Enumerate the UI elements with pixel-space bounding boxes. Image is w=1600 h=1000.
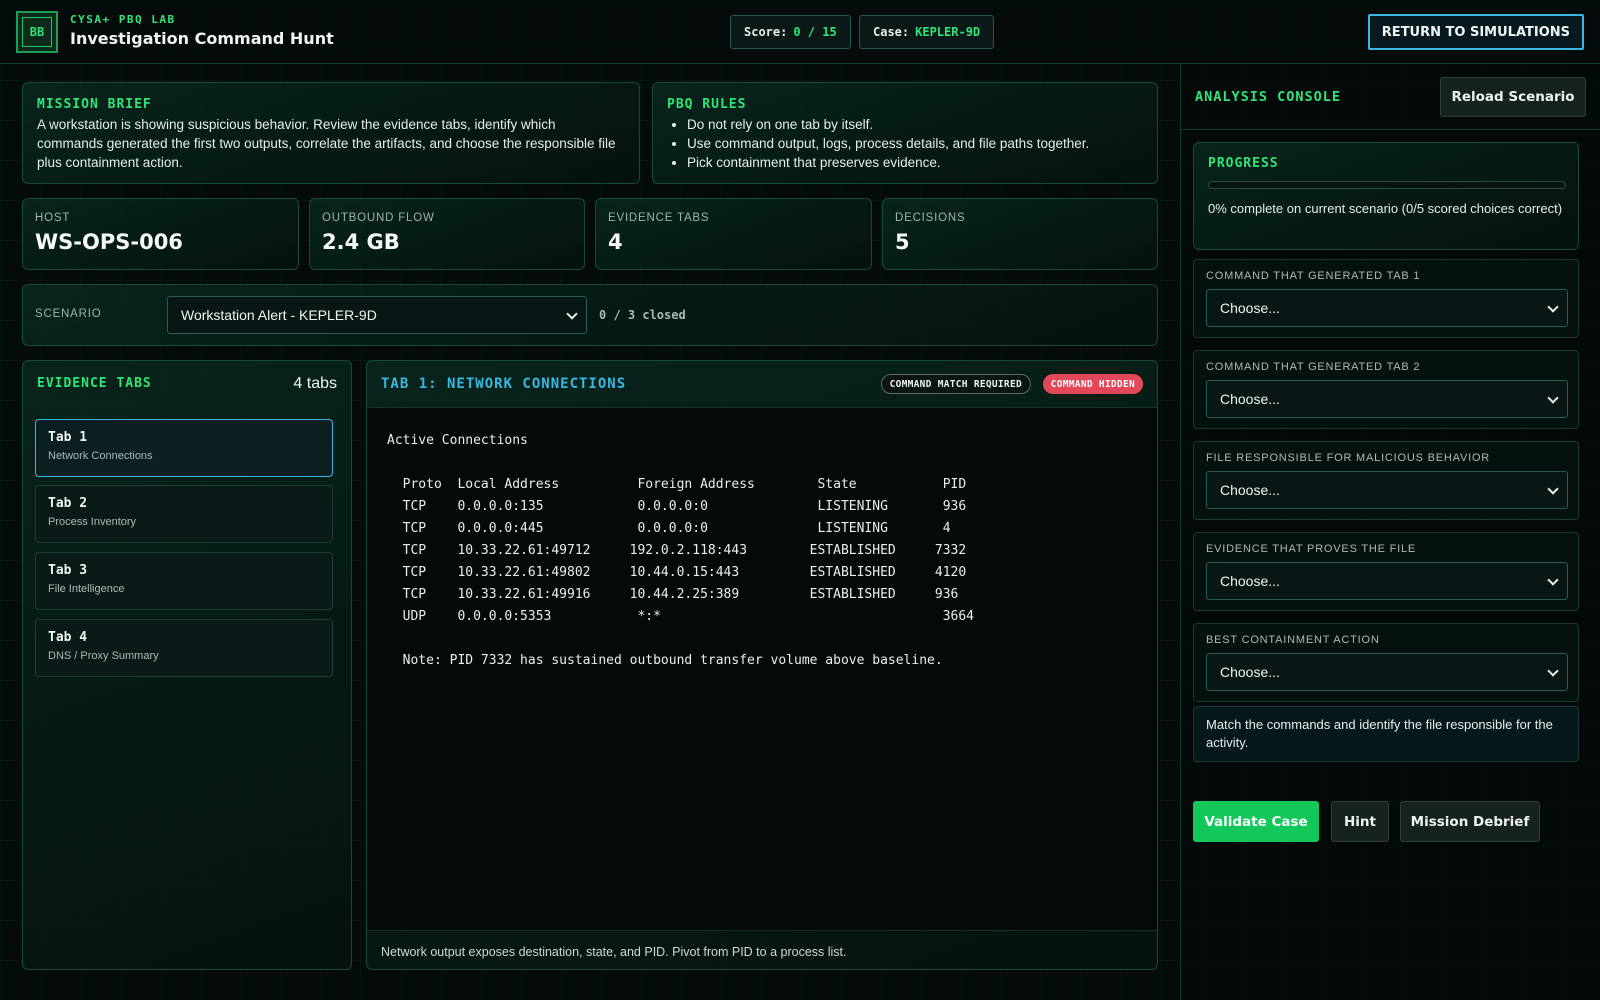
field-containment-action: BEST CONTAINMENT ACTION Choose... (1193, 623, 1579, 702)
chevron-down-icon (1547, 665, 1559, 677)
scenario-closed-count: 0 / 3 closed (599, 308, 686, 322)
chevron-down-icon (566, 308, 578, 320)
field-label: BEST CONTAINMENT ACTION (1206, 634, 1380, 646)
stat-decisions: DECISIONS 5 (882, 198, 1158, 270)
tab-subtitle: Network Connections (48, 450, 153, 462)
stat-value: 2.4 GB (322, 230, 400, 254)
logo-mark: BB (22, 17, 52, 47)
select-value: Choose... (1220, 391, 1280, 407)
case-label: Case: (873, 25, 910, 39)
proving-evidence-select[interactable]: Choose... (1206, 562, 1568, 600)
mission-debrief-button[interactable]: Mission Debrief (1400, 801, 1540, 842)
field-responsible-file: FILE RESPONSIBLE FOR MALICIOUS BEHAVIOR … (1193, 441, 1579, 520)
select-value: Choose... (1220, 482, 1280, 498)
case-chip: Case: KEPLER-9D (859, 15, 995, 49)
progress-title: PROGRESS (1208, 156, 1279, 171)
evidence-viewer-panel: TAB 1: NETWORK CONNECTIONS COMMAND MATCH… (366, 360, 1158, 970)
scenario-label: SCENARIO (35, 308, 102, 320)
tab-subtitle: File Intelligence (48, 583, 125, 595)
reload-scenario-button[interactable]: Reload Scenario (1440, 77, 1586, 117)
feedback-message: Match the commands and identify the file… (1193, 706, 1579, 762)
hint-button[interactable]: Hint (1331, 801, 1389, 842)
evidence-tab-4[interactable]: Tab 4 DNS / Proxy Summary (35, 619, 333, 677)
viewer-footer-note: Network output exposes destination, stat… (381, 945, 847, 959)
score-chip: Score: 0 / 15 (730, 15, 851, 49)
command-tab-1-select[interactable]: Choose... (1206, 289, 1568, 327)
page-title: Investigation Command Hunt (70, 29, 334, 48)
top-bar: BB CYSA+ PBQ LAB Investigation Command H… (0, 0, 1600, 64)
validate-case-button[interactable]: Validate Case (1193, 801, 1319, 842)
evidence-tabs-title: EVIDENCE TABS (37, 376, 152, 391)
responsible-file-select[interactable]: Choose... (1206, 471, 1568, 509)
field-proving-evidence: EVIDENCE THAT PROVES THE FILE Choose... (1193, 532, 1579, 611)
tab-title: Tab 1 (48, 430, 88, 445)
field-label: COMMAND THAT GENERATED TAB 1 (1206, 270, 1421, 282)
chevron-down-icon (1547, 301, 1559, 313)
rule-item: Pick containment that preserves evidence… (687, 153, 1143, 172)
chevron-down-icon (1547, 392, 1559, 404)
tab-subtitle: Process Inventory (48, 516, 137, 528)
stat-outbound-flow: OUTBOUND FLOW 2.4 GB (309, 198, 585, 270)
tab-title: Tab 2 (48, 496, 88, 511)
pbq-rules-list: Do not rely on one tab by itself. Use co… (667, 115, 1143, 172)
evidence-tabs-panel: EVIDENCE TABS 4 tabs Tab 1 Network Conne… (22, 360, 352, 970)
scenario-selected: Workstation Alert - KEPLER-9D (181, 307, 377, 323)
command-match-required-badge: COMMAND MATCH REQUIRED (880, 374, 1031, 394)
brand-kicker: CYSA+ PBQ LAB (70, 13, 176, 26)
field-command-tab-1: COMMAND THAT GENERATED TAB 1 Choose... (1193, 259, 1579, 338)
field-label: COMMAND THAT GENERATED TAB 2 (1206, 361, 1421, 373)
case-value: KEPLER-9D (915, 25, 981, 39)
scenario-bar: SCENARIO Workstation Alert - KEPLER-9D 0… (22, 284, 1158, 346)
evidence-tab-count: 4 tabs (293, 375, 337, 392)
rule-item: Do not rely on one tab by itself. (687, 115, 1143, 134)
stat-value: WS-OPS-006 (35, 230, 183, 254)
stat-label: OUTBOUND FLOW (322, 212, 435, 224)
field-label: FILE RESPONSIBLE FOR MALICIOUS BEHAVIOR (1206, 452, 1491, 464)
pbq-rules-panel: PBQ RULES Do not rely on one tab by itse… (652, 82, 1158, 184)
progress-panel: PROGRESS 0% complete on current scenario… (1193, 142, 1579, 250)
scenario-select[interactable]: Workstation Alert - KEPLER-9D (167, 296, 587, 334)
chevron-down-icon (1547, 574, 1559, 586)
viewer-title: TAB 1: NETWORK CONNECTIONS (381, 376, 627, 392)
mission-brief-text: A workstation is showing suspicious beha… (37, 117, 616, 170)
containment-action-select[interactable]: Choose... (1206, 653, 1568, 691)
mission-brief-panel: MISSION BRIEF A workstation is showing s… (22, 82, 640, 184)
select-value: Choose... (1220, 300, 1280, 316)
return-to-simulations-button[interactable]: RETURN TO SIMULATIONS (1367, 14, 1584, 50)
pbq-rules-title: PBQ RULES (667, 97, 747, 112)
evidence-tab-1[interactable]: Tab 1 Network Connections (35, 419, 333, 477)
select-value: Choose... (1220, 573, 1280, 589)
score-value: 0 / 15 (793, 25, 837, 39)
logo: BB (16, 11, 58, 53)
stat-value: 4 (608, 230, 623, 254)
evidence-tab-3[interactable]: Tab 3 File Intelligence (35, 552, 333, 610)
mission-brief-title: MISSION BRIEF (37, 97, 152, 112)
evidence-tab-2[interactable]: Tab 2 Process Inventory (35, 485, 333, 543)
command-hidden-badge: COMMAND HIDDEN (1042, 374, 1143, 394)
terminal-output: Active Connections Proto Local Address F… (367, 407, 1157, 931)
progress-text: 0% complete on current scenario (0/5 sco… (1208, 201, 1563, 216)
console-header: ANALYSIS CONSOLE Reload Scenario (1181, 64, 1600, 130)
stat-label: HOST (35, 212, 71, 224)
field-command-tab-2: COMMAND THAT GENERATED TAB 2 Choose... (1193, 350, 1579, 429)
chevron-down-icon (1547, 483, 1559, 495)
rule-item: Use command output, logs, process detail… (687, 134, 1143, 153)
stat-value: 5 (895, 230, 910, 254)
score-label: Score: (744, 25, 788, 39)
analysis-console: ANALYSIS CONSOLE Reload Scenario PROGRES… (1180, 64, 1600, 1000)
stat-host: HOST WS-OPS-006 (22, 198, 299, 270)
command-tab-2-select[interactable]: Choose... (1206, 380, 1568, 418)
tab-subtitle: DNS / Proxy Summary (48, 650, 159, 662)
console-title: ANALYSIS CONSOLE (1195, 89, 1342, 105)
tab-title: Tab 3 (48, 563, 88, 578)
stat-evidence-tabs: EVIDENCE TABS 4 (595, 198, 872, 270)
tab-title: Tab 4 (48, 630, 88, 645)
stat-label: EVIDENCE TABS (608, 212, 710, 224)
field-label: EVIDENCE THAT PROVES THE FILE (1206, 543, 1417, 555)
progress-bar (1208, 181, 1566, 189)
stat-label: DECISIONS (895, 212, 966, 224)
select-value: Choose... (1220, 664, 1280, 680)
